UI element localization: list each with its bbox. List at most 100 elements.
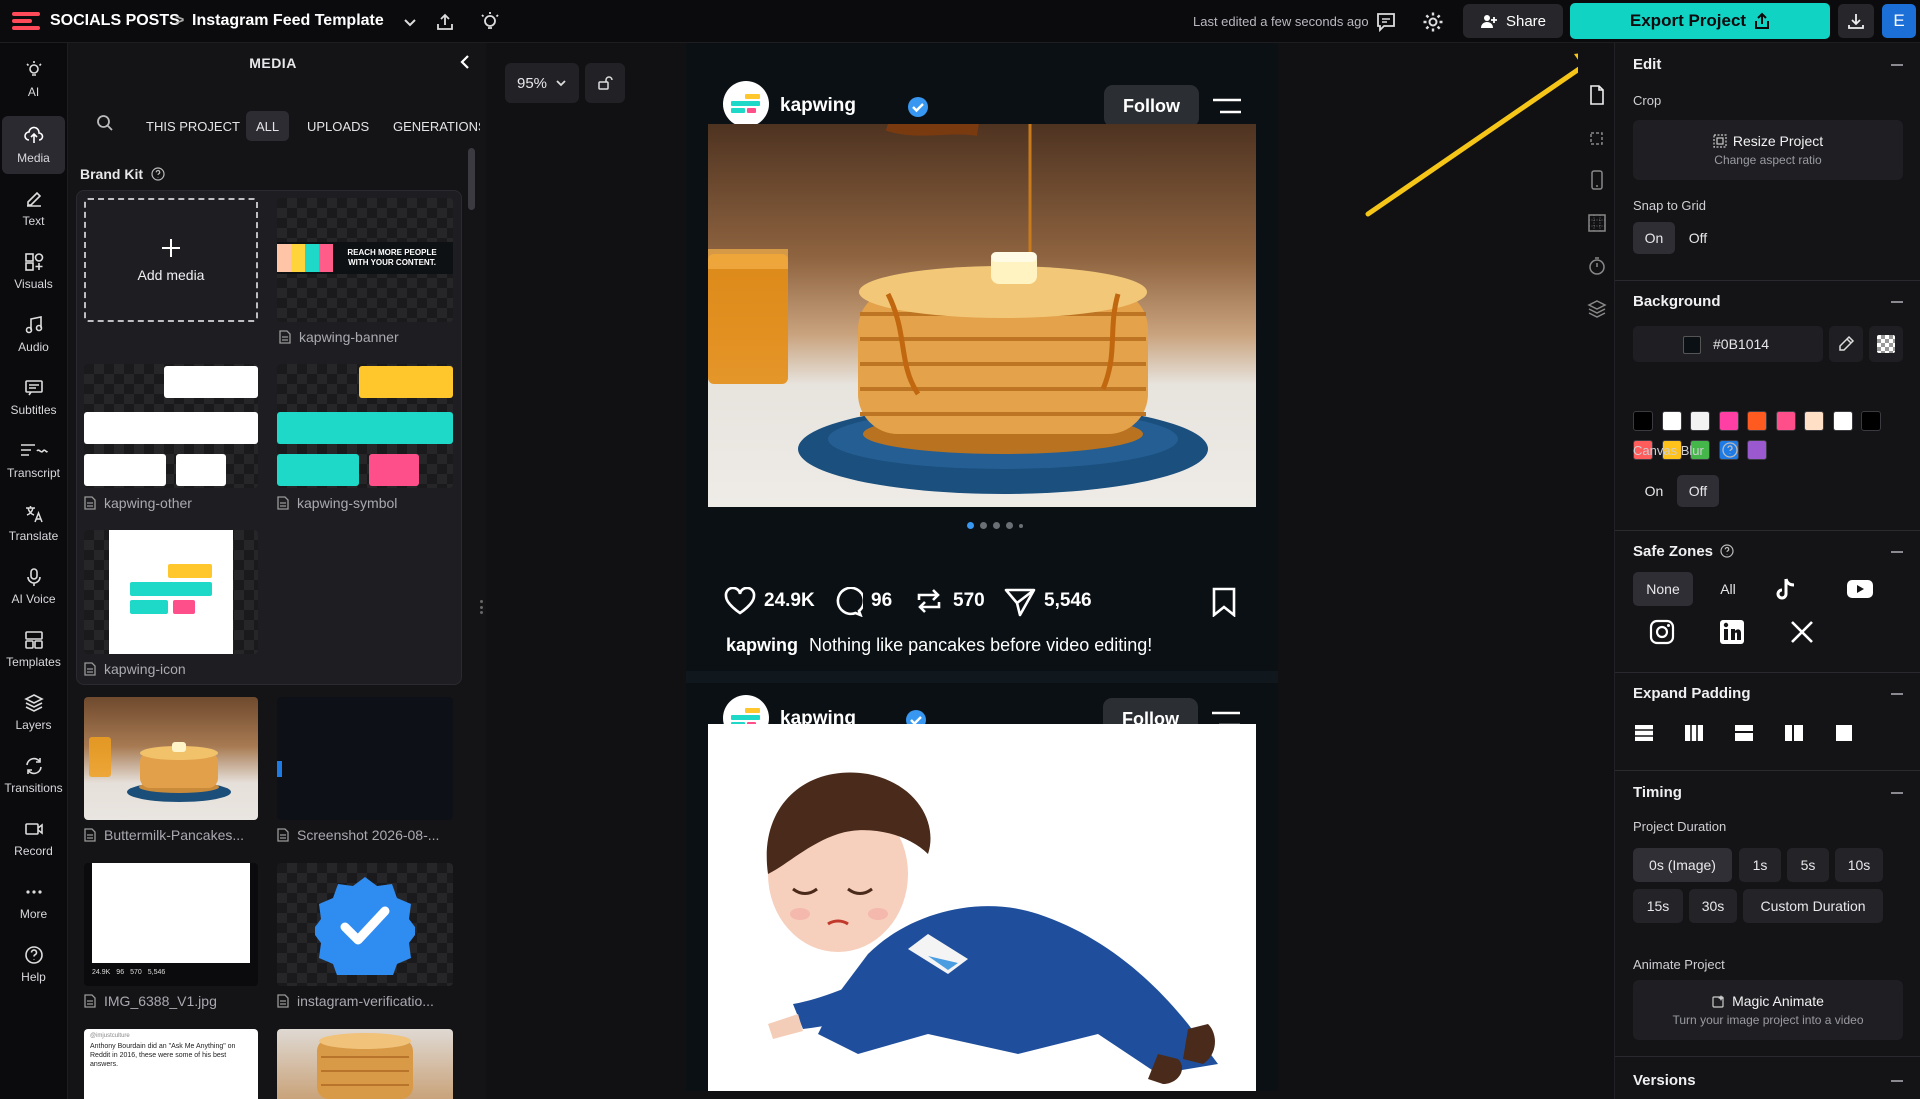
panel-resize-handle[interactable] — [480, 600, 483, 614]
blur-on-toggle[interactable]: On — [1633, 475, 1675, 507]
user-avatar[interactable]: E — [1882, 4, 1916, 38]
collapse-background-icon[interactable] — [1891, 301, 1903, 303]
search-icon[interactable] — [96, 114, 114, 132]
media-thumb-kapwing-icon[interactable] — [84, 530, 258, 654]
media-thumb-tweet[interactable]: @imjustculture Anthony Bourdain did an "… — [84, 1029, 258, 1099]
media-thumb-img-6388[interactable]: 24.9K 96 570 5,546 — [84, 863, 258, 986]
nav-visuals[interactable]: Visuals — [2, 242, 65, 300]
collapse-timing-icon[interactable] — [1891, 792, 1903, 794]
filter-tab-generations[interactable]: GENERATIONS — [383, 111, 480, 141]
padding-all-icon[interactable] — [1834, 723, 1854, 743]
collapse-safe-zones-icon[interactable] — [1891, 551, 1903, 553]
padding-horizontal-icon[interactable] — [1634, 723, 1654, 743]
project-canvas[interactable]: kapwing Follow 24.9K 96 570 5,546 kapwin… — [686, 43, 1278, 1091]
nav-text[interactable]: Text — [2, 179, 65, 237]
media-thumb-buttermilk-pancakes[interactable] — [84, 697, 258, 820]
carousel-dots[interactable] — [967, 522, 1023, 529]
breadcrumb-folder[interactable]: SOCIALS POSTS — [50, 12, 180, 30]
color-swatch[interactable] — [1747, 440, 1767, 460]
nav-layers[interactable]: Layers — [2, 683, 65, 741]
bookmark-icon[interactable] — [1211, 587, 1237, 617]
crop-icon[interactable] — [1587, 128, 1607, 148]
post1-username[interactable]: kapwing — [780, 95, 856, 117]
magic-animate-button[interactable]: Magic Animate Turn your image project in… — [1633, 980, 1903, 1040]
media-thumb-screenshot[interactable] — [277, 697, 453, 820]
x-twitter-icon[interactable] — [1790, 620, 1814, 644]
color-swatch[interactable] — [1633, 411, 1653, 431]
collapse-panel-chevron-icon[interactable] — [458, 54, 472, 70]
nav-more[interactable]: More — [2, 872, 65, 930]
menu-icon[interactable] — [1212, 98, 1242, 114]
linkedin-icon[interactable] — [1719, 619, 1745, 645]
filter-tab-this-project[interactable]: THIS PROJECT — [136, 111, 250, 141]
padding-top-bottom-icon[interactable] — [1734, 723, 1754, 743]
media-thumb-kapwing-other[interactable] — [84, 364, 258, 488]
instagram-icon[interactable] — [1649, 619, 1675, 645]
zoom-dropdown[interactable]: 95% — [505, 63, 579, 103]
help-circle-icon[interactable] — [1722, 442, 1738, 458]
post2-illustration[interactable] — [708, 724, 1256, 1091]
settings-gear-icon[interactable] — [1421, 10, 1445, 34]
media-thumb-pancakes-2[interactable] — [277, 1029, 453, 1099]
duration-15s[interactable]: 15s — [1633, 889, 1683, 923]
info-icon[interactable] — [151, 167, 165, 181]
custom-duration-button[interactable]: Custom Duration — [1743, 889, 1883, 923]
color-swatch[interactable] — [1861, 411, 1881, 431]
repost-icon[interactable] — [915, 586, 943, 616]
nav-audio[interactable]: Audio — [2, 305, 65, 363]
color-swatch[interactable] — [1832, 411, 1853, 431]
background-color-input[interactable]: #0B1014 — [1633, 326, 1823, 362]
color-swatch[interactable] — [1690, 411, 1710, 431]
nav-record[interactable]: Record — [2, 809, 65, 867]
collapse-padding-icon[interactable] — [1891, 693, 1903, 695]
safe-zone-none[interactable]: None — [1633, 572, 1693, 606]
padding-vertical-icon[interactable] — [1684, 723, 1704, 743]
document-icon[interactable] — [1587, 85, 1607, 105]
project-title[interactable]: Instagram Feed Template — [192, 12, 384, 30]
duration-0s-image[interactable]: 0s (Image) — [1633, 848, 1732, 882]
export-project-button[interactable]: Export Project — [1570, 3, 1830, 39]
duration-10s[interactable]: 10s — [1835, 848, 1883, 882]
duration-1s[interactable]: 1s — [1739, 848, 1781, 882]
media-thumb-kapwing-symbol[interactable] — [277, 364, 453, 488]
transparent-button[interactable] — [1869, 326, 1903, 362]
post1-pancakes-photo[interactable] — [708, 124, 1256, 507]
color-swatch[interactable] — [1775, 411, 1796, 431]
resize-project-button[interactable]: Resize Project Change aspect ratio — [1633, 120, 1903, 180]
nav-help[interactable]: Help — [2, 935, 65, 993]
post1-follow-button[interactable]: Follow — [1104, 85, 1199, 127]
duration-5s[interactable]: 5s — [1787, 848, 1829, 882]
nav-ai-voice[interactable]: AI Voice — [2, 557, 65, 615]
share-button[interactable]: Share — [1463, 4, 1563, 38]
upload-icon[interactable] — [433, 10, 457, 34]
nav-translate[interactable]: Translate — [2, 494, 65, 552]
heart-icon[interactable] — [724, 587, 756, 615]
snap-on-toggle[interactable]: On — [1633, 222, 1675, 254]
comment-icon[interactable] — [833, 587, 863, 617]
duration-30s[interactable]: 30s — [1689, 889, 1737, 923]
padding-left-right-icon[interactable] — [1784, 723, 1804, 743]
blur-off-toggle[interactable]: Off — [1677, 475, 1719, 507]
nav-transcript[interactable]: Transcript — [2, 431, 65, 489]
color-swatch[interactable] — [1718, 411, 1739, 431]
filter-tab-uploads[interactable]: UPLOADS — [297, 111, 379, 141]
safe-zone-all[interactable]: All — [1703, 572, 1753, 606]
grid-icon[interactable] — [1587, 213, 1607, 233]
nav-ai[interactable]: AI — [2, 50, 65, 108]
send-share-icon[interactable] — [1004, 587, 1036, 617]
comments-icon[interactable] — [1374, 10, 1398, 34]
color-swatch[interactable] — [1661, 411, 1682, 431]
media-scrollbar[interactable] — [468, 148, 475, 210]
color-swatch[interactable] — [1804, 411, 1824, 431]
eyedropper-button[interactable] — [1829, 326, 1863, 362]
color-swatch[interactable] — [1747, 411, 1767, 431]
collapse-versions-icon[interactable] — [1891, 1080, 1903, 1082]
layers-icon[interactable] — [1587, 299, 1607, 319]
nav-media[interactable]: Media — [2, 116, 65, 174]
kapwing-logo[interactable] — [12, 10, 40, 32]
youtube-icon[interactable] — [1846, 579, 1874, 599]
nav-templates[interactable]: Templates — [2, 620, 65, 678]
timer-icon[interactable] — [1587, 256, 1607, 276]
post1-avatar[interactable] — [723, 81, 769, 127]
media-thumb-instagram-verification[interactable] — [277, 863, 453, 986]
